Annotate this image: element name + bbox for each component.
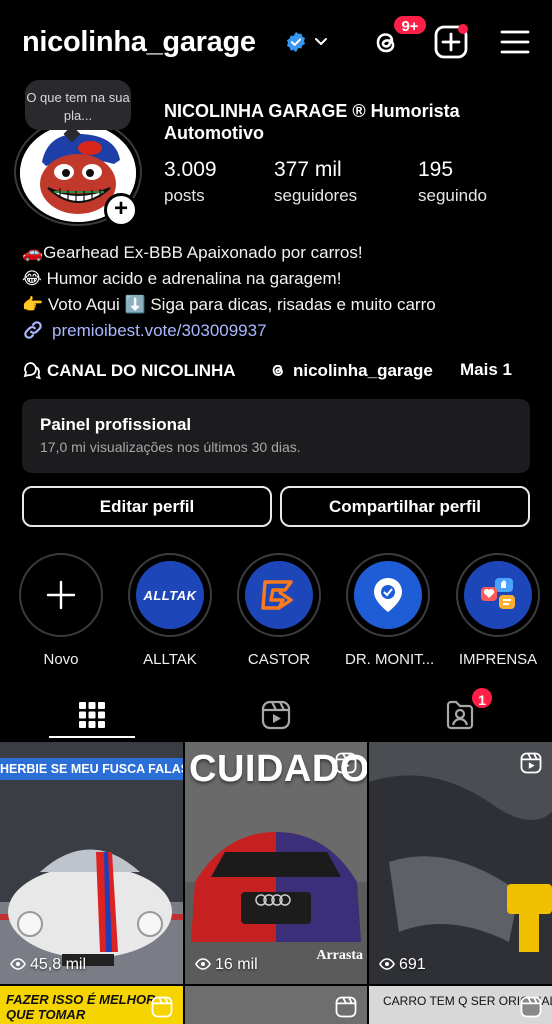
link-icon: [24, 321, 42, 339]
threads-chip-label: nicolinha_garage: [293, 361, 433, 380]
profile-bio: 🚗Gearhead Ex-BBB Apaixonado por carros! …: [22, 240, 436, 318]
highlight-ring: [456, 553, 540, 637]
posts-grid: HERBIE SE MEU FUSCA FALASSE 45,8 mil CUI…: [0, 742, 552, 1024]
post-thumbnail[interactable]: HERBIE SE MEU FUSCA FALASSE 45,8 mil: [0, 742, 183, 984]
channel-chip[interactable]: CANAL DO NICOLINHA: [22, 360, 236, 381]
highlight-castor[interactable]: CASTOR: [236, 553, 322, 668]
post-image-wrap: [369, 742, 552, 984]
professional-dashboard-card[interactable]: Painel profissional 17,0 mi visualizaçõe…: [22, 399, 530, 473]
dr-monitor-logo: [354, 561, 422, 629]
tagged-person-icon: [446, 700, 474, 730]
stat-posts[interactable]: 3.009 posts: [164, 158, 217, 206]
dashboard-subtitle: 17,0 mi visualizações nos últimos 30 dia…: [40, 439, 301, 455]
profile-note-bubble[interactable]: O que tem na sua pla...: [25, 80, 131, 130]
imprensa-logo: [464, 561, 532, 629]
add-story-plus-icon[interactable]: +: [104, 193, 138, 227]
bio-link-text[interactable]: premioibest.vote/303009937: [52, 321, 267, 340]
highlight-ring: [346, 553, 430, 637]
eye-icon: [195, 958, 211, 970]
highlight-dr-monitor[interactable]: DR. MONIT...: [345, 553, 435, 668]
stat-label: posts: [164, 186, 205, 205]
highlight-label: Novo: [43, 651, 79, 668]
reel-indicator-icon: [520, 752, 542, 774]
top-bar: nicolinha_garage 9+: [0, 0, 552, 84]
stat-label: seguidores: [274, 186, 358, 205]
alltak-logo: ALLTAK: [136, 561, 204, 629]
stat-value: 377 mil: [274, 158, 342, 181]
highlight-imprensa[interactable]: IMPRENSA: [455, 553, 541, 668]
active-tab-indicator: [49, 736, 135, 738]
post-thumbnail[interactable]: CARRO TEM Q SER ORIGINAL: [369, 986, 552, 1024]
post-view-count: 45,8 mil: [10, 956, 86, 974]
highlight-ring: [237, 553, 321, 637]
view-count-text: 45,8 mil: [30, 956, 87, 973]
bio-link[interactable]: premioibest.vote/303009937: [22, 319, 267, 341]
edit-profile-button[interactable]: Editar perfil: [22, 486, 272, 527]
stat-value: 3.009: [164, 158, 217, 181]
hamburger-menu-icon[interactable]: [500, 28, 530, 56]
reel-indicator-icon: [335, 996, 357, 1018]
highlight-ring: [19, 553, 103, 637]
chevron-down-icon[interactable]: [313, 34, 329, 50]
highlight-new[interactable]: Novo: [18, 553, 104, 668]
highlight-label: IMPRENSA: [458, 651, 538, 668]
post-thumbnail[interactable]: [185, 986, 367, 1024]
post-caption: HERBIE SE MEU FUSCA FALASSE: [0, 758, 183, 780]
new-activity-dot: [458, 24, 468, 34]
tab-tagged[interactable]: [368, 688, 552, 742]
press-reactions-icon: [481, 578, 515, 609]
stat-followers[interactable]: 377 mil seguidores: [274, 158, 357, 206]
tagged-count-badge: 1: [470, 686, 494, 710]
dashboard-title: Painel profissional: [40, 415, 192, 434]
location-pin-icon: [374, 578, 402, 612]
reels-icon: [261, 700, 291, 730]
profile-full-name: NICOLINHA GARAGE ® Humorista Automotivo: [164, 101, 460, 143]
highlight-label: CASTOR: [247, 651, 311, 668]
highlight-ring: ALLTAK: [128, 553, 212, 637]
castor-logo-icon: [261, 580, 293, 610]
stat-value: 195: [418, 158, 454, 181]
alltak-logo-text: ALLTAK: [143, 587, 197, 603]
post-view-count: 16 mil: [195, 956, 258, 974]
post-thumbnail[interactable]: FAZER ISSO É MELHOR QUE TOMAR CALMANTE: [0, 986, 183, 1024]
notification-count-badge: 9+: [392, 14, 428, 36]
more-links-chip[interactable]: Mais 1: [460, 360, 512, 380]
share-profile-button[interactable]: Compartilhar perfil: [280, 486, 530, 527]
eye-icon: [10, 958, 26, 970]
stat-label: seguindo: [418, 186, 488, 205]
verified-badge-icon: [286, 31, 306, 53]
bio-line: 🚗Gearhead Ex-BBB Apaixonado por carros!: [22, 243, 363, 262]
reel-indicator-icon: [520, 996, 542, 1018]
stat-following[interactable]: 195 seguindo: [418, 158, 487, 206]
highlight-label: ALLTAK: [143, 651, 197, 668]
post-thumbnail[interactable]: 691: [369, 742, 552, 984]
plus-icon: [46, 580, 76, 610]
broadcast-channel-icon: [23, 362, 41, 380]
post-thumbnail[interactable]: CUIDADO Arrasta 16 mil: [185, 742, 367, 984]
eye-icon: [379, 958, 395, 970]
view-count-text: 16 mil: [215, 956, 258, 973]
channel-chip-label: CANAL DO NICOLINHA: [47, 361, 236, 380]
reel-indicator-icon: [151, 996, 173, 1018]
reel-indicator-icon: [335, 752, 357, 774]
post-corner-text: Arrasta: [316, 948, 363, 963]
threads-icon: [272, 364, 283, 376]
post-caption: FAZER ISSO É MELHOR QUE TOMAR CALMANTE: [6, 992, 156, 1024]
tab-reels[interactable]: [184, 688, 368, 742]
bio-line: 👉 Voto Aqui ⬇️ Siga para dicas, risadas …: [22, 295, 436, 314]
bio-line: 😂 Humor acido e adrenalina na garagem!: [22, 269, 342, 288]
castor-logo: [245, 561, 313, 629]
grid-icon: [79, 702, 105, 728]
threads-chip[interactable]: nicolinha_garage: [268, 360, 433, 381]
highlight-label: DR. MONIT...: [345, 651, 435, 668]
profile-username[interactable]: nicolinha_garage: [22, 26, 256, 59]
highlight-alltak[interactable]: ALLTAK ALLTAK: [127, 553, 213, 668]
post-view-count: 691: [379, 956, 426, 974]
tab-grid[interactable]: [0, 688, 184, 742]
view-count-text: 691: [399, 956, 426, 973]
